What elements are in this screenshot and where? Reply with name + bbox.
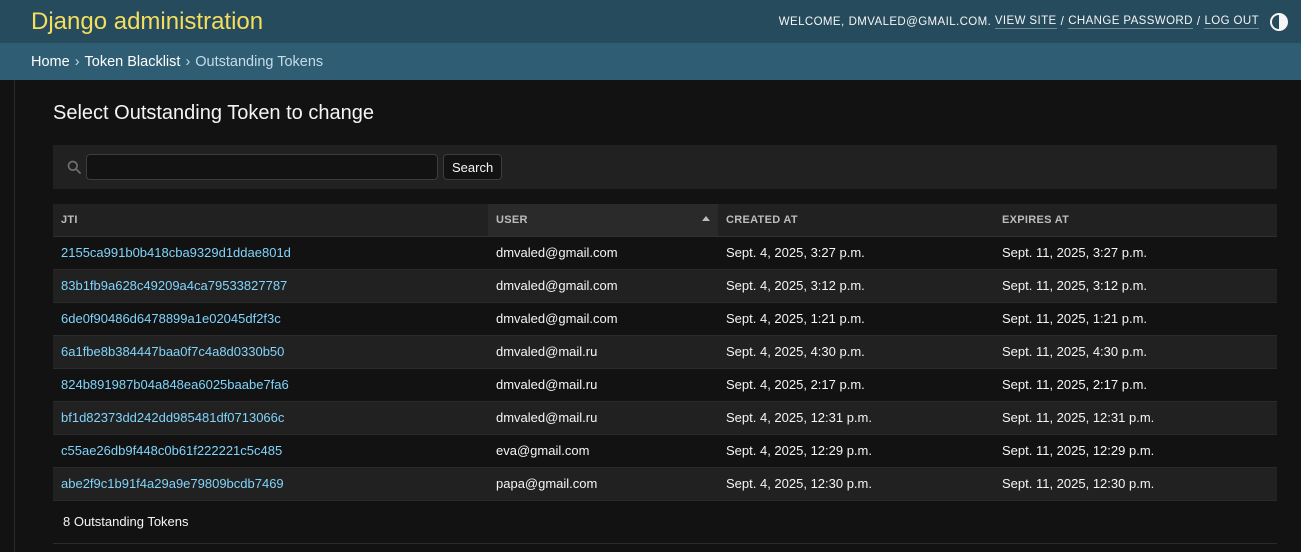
expires-at-cell: Sept. 11, 2025, 4:30 p.m. (994, 335, 1277, 369)
user-cell: papa@gmail.com (488, 467, 718, 501)
search-toolbar: Search (53, 145, 1277, 189)
table-row: 824b891987b04a848ea6025baabe7fa6 dmvaled… (53, 368, 1277, 402)
jti-cell: c55ae26db9f448c0b61f222221c5c485 (53, 434, 488, 468)
separator: / (1060, 15, 1065, 28)
jti-link[interactable]: 6a1fbe8b384447baa0f7c4a8d0330b50 (61, 344, 284, 359)
column-header-expires-at[interactable]: Expires at (994, 204, 1277, 237)
breadcrumb-separator: › (74, 53, 80, 70)
theme-toggle-icon[interactable] (1269, 12, 1289, 32)
separator: / (1196, 15, 1201, 28)
expires-at-cell: Sept. 11, 2025, 3:27 p.m. (994, 236, 1277, 270)
jti-cell: bf1d82373dd242dd985481df0713066c (53, 401, 488, 435)
change-password-link[interactable]: Change password (1068, 15, 1193, 29)
table-row: 6a1fbe8b384447baa0f7c4a8d0330b50 dmvaled… (53, 335, 1277, 369)
table-header-row: JTI User Created at Expires at (53, 204, 1277, 237)
breadcrumb-app[interactable]: Token Blacklist (85, 54, 181, 70)
jti-link[interactable]: c55ae26db9f448c0b61f222221c5c485 (61, 443, 282, 458)
user-cell: dmvaled@mail.ru (488, 401, 718, 435)
user-cell: dmvaled@gmail.com (488, 302, 718, 336)
expires-at-cell: Sept. 11, 2025, 12:30 p.m. (994, 467, 1277, 501)
column-header-user[interactable]: User (488, 204, 718, 237)
site-branding[interactable]: Django administration (31, 8, 263, 36)
table-row: 6de0f90486d6478899a1e02045df2f3c dmvaled… (53, 302, 1277, 336)
created-at-cell: Sept. 4, 2025, 12:31 p.m. (718, 401, 994, 435)
created-at-cell: Sept. 4, 2025, 12:29 p.m. (718, 434, 994, 468)
jti-link[interactable]: 2155ca991b0b418cba9329d1ddae801d (61, 245, 291, 260)
column-header-jti[interactable]: JTI (53, 204, 488, 237)
jti-cell: 6de0f90486d6478899a1e02045df2f3c (53, 302, 488, 336)
search-input[interactable] (86, 154, 438, 180)
user-cell: dmvaled@gmail.com (488, 236, 718, 270)
jti-link[interactable]: bf1d82373dd242dd985481df0713066c (61, 410, 284, 425)
breadcrumb-home[interactable]: Home (31, 54, 70, 70)
column-header-user-label: User (496, 213, 528, 226)
content: Select Outstanding Token to change Searc… (15, 80, 1301, 552)
expires-at-cell: Sept. 11, 2025, 1:21 p.m. (994, 302, 1277, 336)
user-tools: Welcome, dmvaled@gmail.com. View site / … (779, 12, 1289, 32)
expires-at-cell: Sept. 11, 2025, 3:12 p.m. (994, 269, 1277, 303)
breadcrumb: Home › Token Blacklist › Outstanding Tok… (0, 43, 1301, 80)
table-row: bf1d82373dd242dd985481df0713066c dmvaled… (53, 401, 1277, 435)
table-row: c55ae26db9f448c0b61f222221c5c485 eva@gma… (53, 434, 1277, 468)
main: Select Outstanding Token to change Searc… (0, 80, 1301, 552)
breadcrumb-separator: › (185, 53, 191, 70)
search-icon (61, 155, 86, 180)
created-at-cell: Sept. 4, 2025, 2:17 p.m. (718, 368, 994, 402)
table-row: abe2f9c1b91f4a29a9e79809bcdb7469 papa@gm… (53, 467, 1277, 501)
expires-at-cell: Sept. 11, 2025, 12:31 p.m. (994, 401, 1277, 435)
jti-cell: 83b1fb9a628c49209a4ca79533827787 (53, 269, 488, 303)
view-site-link[interactable]: View site (994, 15, 1057, 29)
expires-at-cell: Sept. 11, 2025, 12:29 p.m. (994, 434, 1277, 468)
created-at-cell: Sept. 4, 2025, 1:21 p.m. (718, 302, 994, 336)
search-button[interactable]: Search (443, 154, 503, 180)
jti-link[interactable]: 83b1fb9a628c49209a4ca79533827787 (61, 278, 287, 293)
paginator: 8 Outstanding Tokens (53, 501, 1277, 544)
user-cell: dmvaled@mail.ru (488, 368, 718, 402)
user-cell: dmvaled@mail.ru (488, 335, 718, 369)
page-title: Select Outstanding Token to change (53, 102, 374, 124)
breadcrumb-current: Outstanding Tokens (195, 53, 324, 70)
jti-cell: 824b891987b04a848ea6025baabe7fa6 (53, 368, 488, 402)
created-at-cell: Sept. 4, 2025, 3:12 p.m. (718, 269, 994, 303)
created-at-cell: Sept. 4, 2025, 12:30 p.m. (718, 467, 994, 501)
created-at-cell: Sept. 4, 2025, 4:30 p.m. (718, 335, 994, 369)
jti-link[interactable]: 6de0f90486d6478899a1e02045df2f3c (61, 311, 281, 326)
jti-cell: abe2f9c1b91f4a29a9e79809bcdb7469 (53, 467, 488, 501)
jti-cell: 6a1fbe8b384447baa0f7c4a8d0330b50 (53, 335, 488, 369)
results-table: JTI User Created at Expires at 2155ca991… (53, 204, 1277, 501)
logout-link[interactable]: Log out (1204, 15, 1259, 29)
column-header-created-at[interactable]: Created at (718, 204, 994, 237)
table-row: 2155ca991b0b418cba9329d1ddae801d dmvaled… (53, 236, 1277, 270)
user-cell: eva@gmail.com (488, 434, 718, 468)
nav-sidebar-toggle[interactable] (0, 80, 15, 552)
user-cell: dmvaled@gmail.com (488, 269, 718, 303)
welcome-text: Welcome, (778, 15, 845, 28)
username: dmvaled@gmail.com (848, 15, 988, 28)
expires-at-cell: Sept. 11, 2025, 2:17 p.m. (994, 368, 1277, 402)
jti-cell: 2155ca991b0b418cba9329d1ddae801d (53, 236, 488, 270)
created-at-cell: Sept. 4, 2025, 3:27 p.m. (718, 236, 994, 270)
sort-ascending-icon[interactable] (702, 216, 710, 221)
jti-link[interactable]: 824b891987b04a848ea6025baabe7fa6 (61, 377, 289, 392)
header: Django administration Welcome, dmvaled@g… (0, 0, 1301, 43)
jti-link[interactable]: abe2f9c1b91f4a29a9e79809bcdb7469 (61, 476, 284, 491)
table-row: 83b1fb9a628c49209a4ca79533827787 dmvaled… (53, 269, 1277, 303)
